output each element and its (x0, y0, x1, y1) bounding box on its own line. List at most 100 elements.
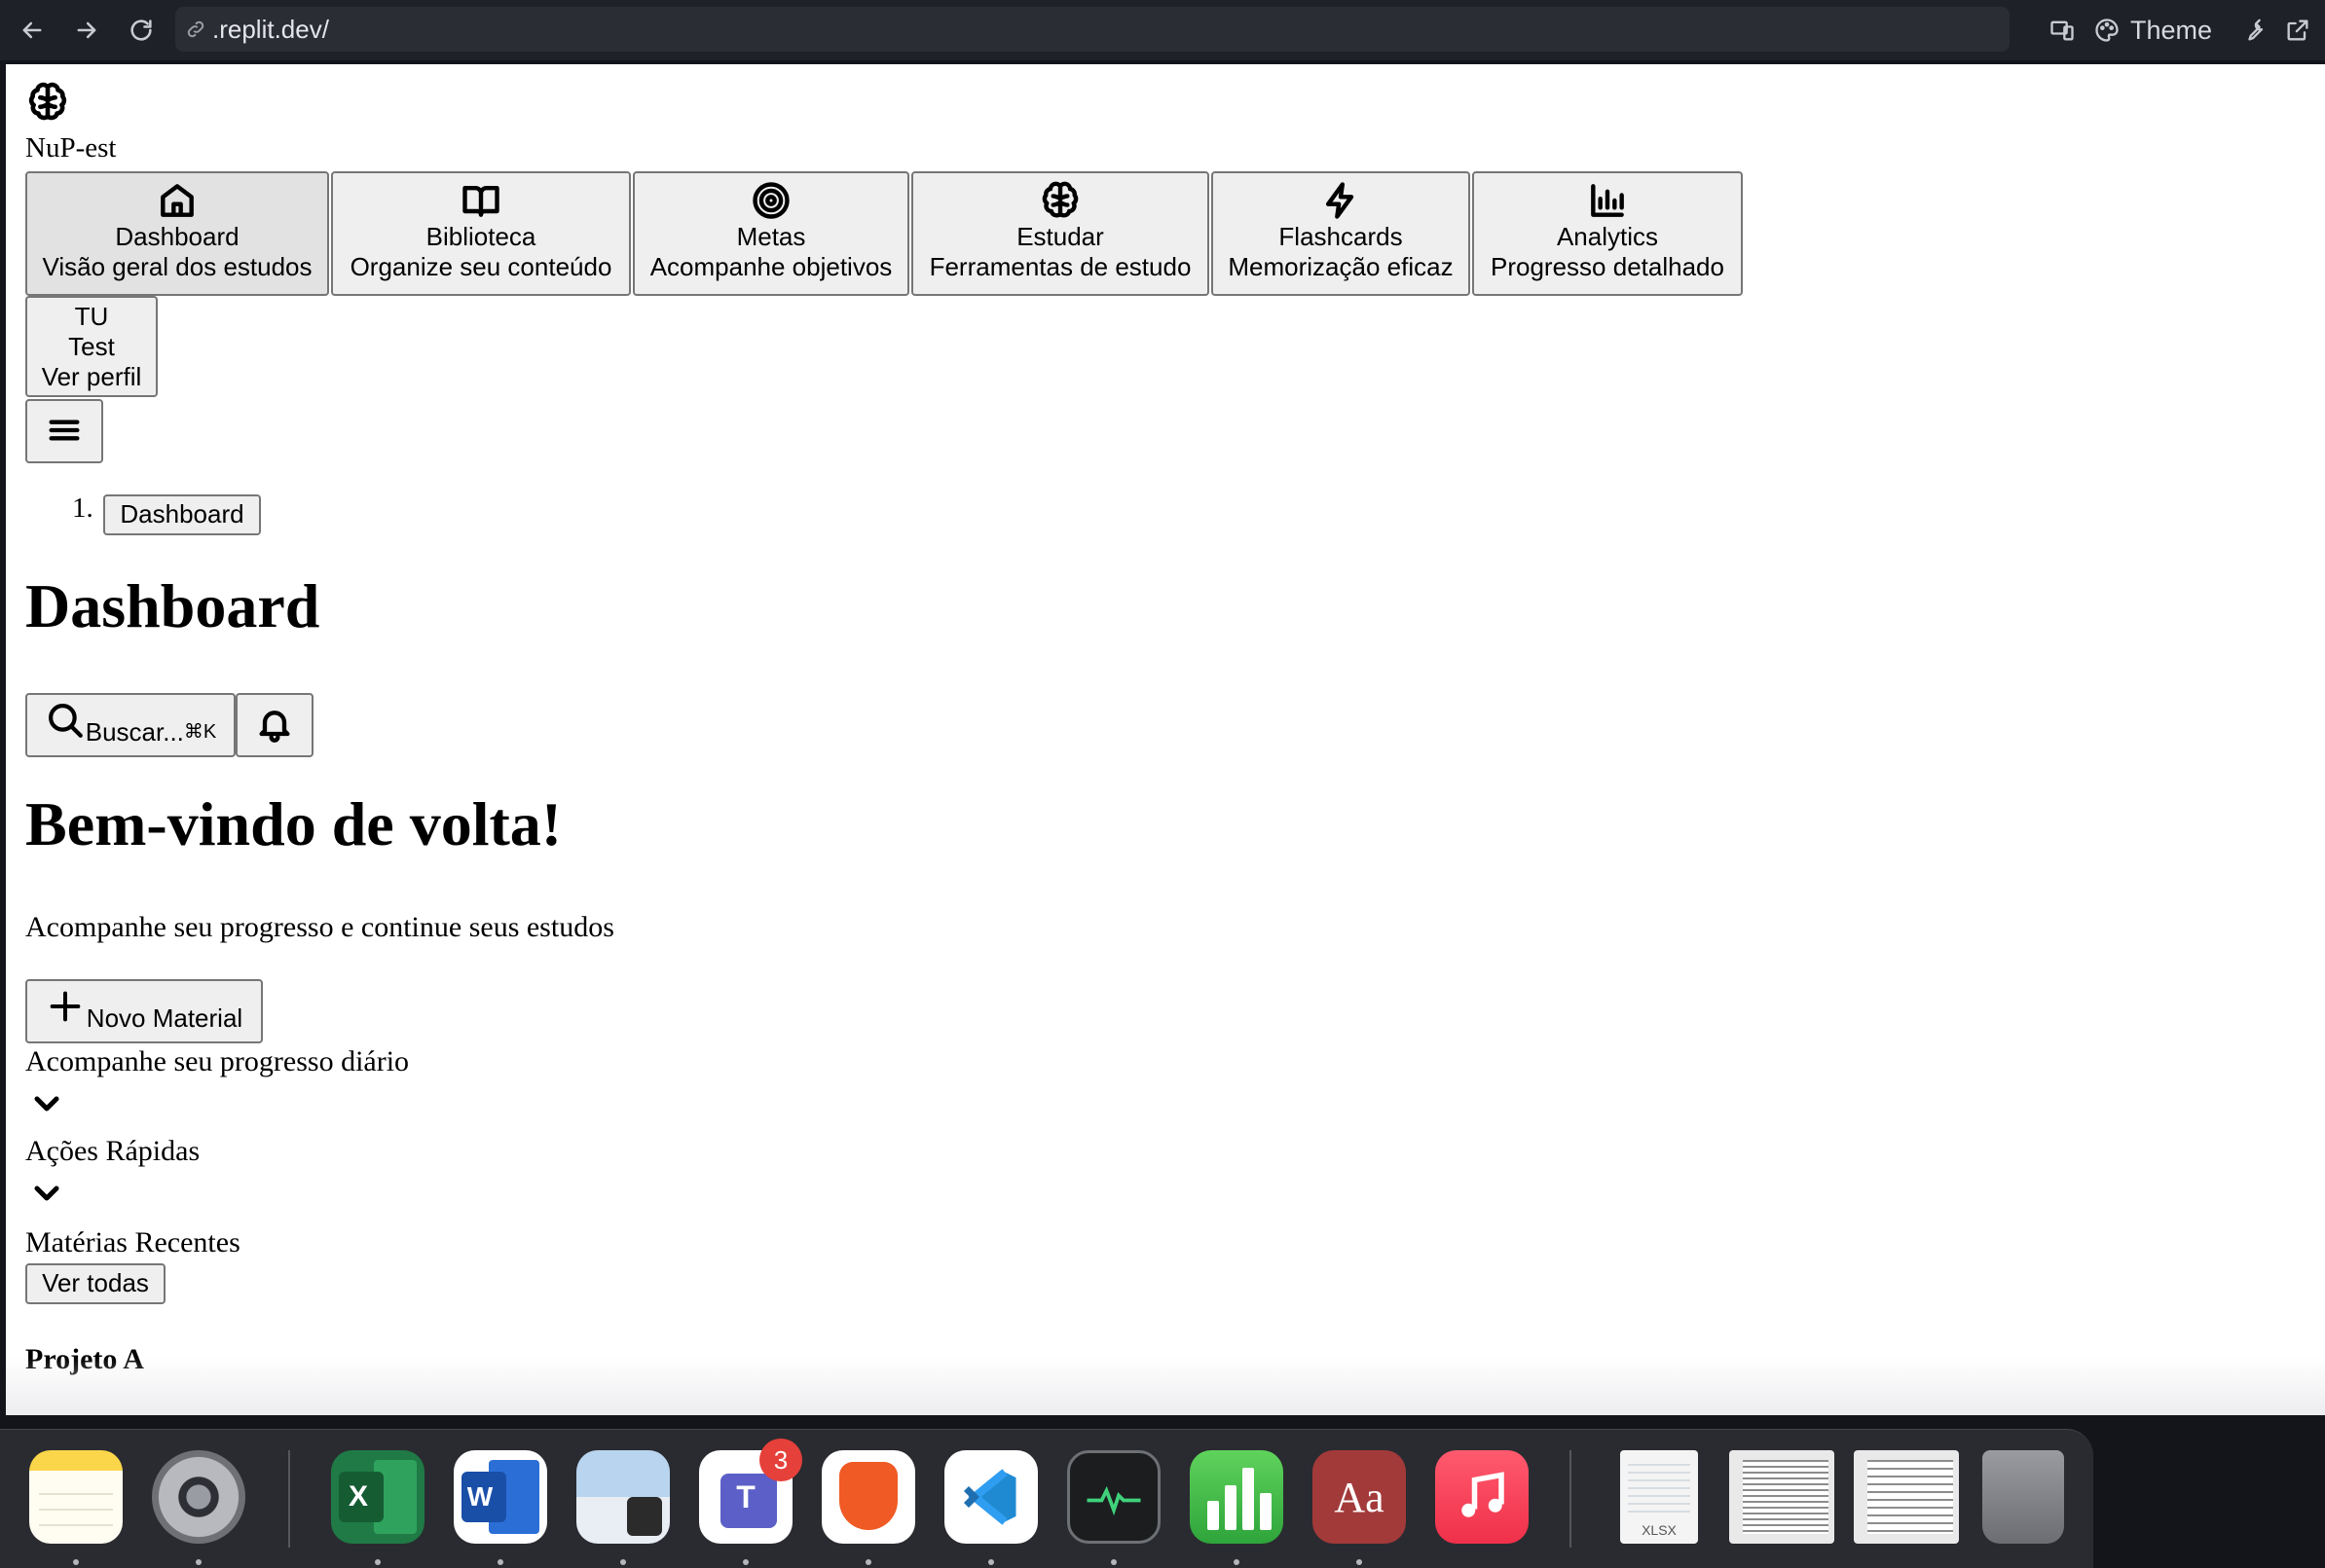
page-title: Dashboard (25, 571, 320, 640)
new-material-label: Novo Material (86, 1003, 243, 1033)
theme-button[interactable]: Theme (2130, 16, 2212, 46)
running-indicator (743, 1559, 749, 1565)
nav-analytics[interactable]: Analytics Progresso detalhado (1472, 171, 1743, 296)
nav-desc: Visão geral dos estudos (42, 252, 313, 281)
nav-dashboard[interactable]: Dashboard Visão geral dos estudos (25, 171, 329, 296)
nav-desc: Ferramentas de estudo (929, 252, 1192, 281)
running-indicator (988, 1559, 994, 1565)
running-indicator (73, 1559, 79, 1565)
xlsx-file-icon[interactable]: XLSX (1620, 1450, 1698, 1544)
palette-icon[interactable] (2093, 17, 2121, 44)
dictionary-glyph: Aa (1334, 1473, 1384, 1521)
chevron-down-icon (34, 1185, 59, 1201)
welcome-heading: Bem-vindo de volta! (25, 789, 563, 858)
home-icon (161, 184, 194, 217)
target-icon (753, 182, 790, 219)
user-name: Test (68, 332, 115, 361)
numbers-icon[interactable] (1190, 1450, 1283, 1544)
music-icon[interactable] (1435, 1450, 1529, 1544)
nav-biblioteca[interactable]: Biblioteca Organize seu conteúdo (331, 171, 631, 296)
nav-desc: Acompanhe objetivos (649, 252, 893, 281)
running-indicator (620, 1559, 626, 1565)
excel-icon[interactable]: X (331, 1450, 424, 1544)
nav-label: Metas (736, 222, 806, 251)
nav-label: Dashboard (115, 222, 240, 251)
wrench-icon[interactable] (2239, 17, 2267, 44)
url-text: .replit.dev/ (212, 14, 329, 44)
word-icon[interactable]: W (454, 1450, 547, 1544)
nav-label: Analytics (1556, 222, 1659, 251)
book-open-icon (462, 185, 499, 217)
system-settings-icon[interactable] (152, 1450, 245, 1544)
back-button[interactable] (10, 8, 55, 53)
nav-metas[interactable]: Metas Acompanhe objetivos (633, 171, 909, 296)
user-profile-button[interactable]: TU Test Ver perfil (25, 296, 158, 397)
view-all-button[interactable]: Ver todas (25, 1263, 166, 1304)
word-glyph: W (466, 1481, 494, 1512)
arrow-right-icon (77, 21, 96, 39)
link-icon (187, 20, 204, 38)
brave-icon[interactable] (822, 1450, 915, 1544)
avatar-initials: TU (74, 302, 109, 331)
browser-toolbar: .replit.dev/ Theme (0, 0, 2325, 60)
pulse-icon (1087, 1485, 1141, 1516)
running-indicator (1111, 1559, 1117, 1565)
quick-actions-label: Ações Rápidas (25, 1135, 201, 1167)
brain-icon (1042, 181, 1079, 218)
hamburger-icon (49, 419, 80, 441)
search-shortcut: ⌘K (183, 720, 217, 743)
nav-label: Flashcards (1278, 222, 1403, 251)
breadcrumb-marker: 1. (72, 492, 93, 524)
running-indicator (866, 1559, 871, 1565)
dictionary-icon[interactable]: Aa (1312, 1450, 1406, 1544)
nav-label: Estudar (1016, 222, 1104, 251)
teams-icon[interactable]: T 3 (699, 1439, 802, 1544)
welcome-subtitle: Acompanhe seu progresso e continue seus … (25, 911, 614, 943)
xlsx-label: XLSX (1642, 1522, 1677, 1538)
reload-button[interactable] (119, 8, 164, 53)
new-material-button[interactable]: Novo Material (25, 979, 263, 1043)
nav-label: Biblioteca (425, 222, 536, 251)
dock-separator (288, 1450, 290, 1548)
trash-icon[interactable] (1982, 1450, 2064, 1544)
notes-app-icon[interactable] (29, 1450, 123, 1544)
minimized-window-1[interactable] (1729, 1450, 1834, 1544)
nav-flashcards[interactable]: Flashcards Memorização eficaz (1211, 171, 1470, 296)
forward-button[interactable] (64, 8, 109, 53)
music-note-icon (1461, 1472, 1504, 1517)
nav-desc: Memorização eficaz (1228, 252, 1454, 281)
chevron-down-icon (34, 1096, 59, 1112)
search-button[interactable]: Buscar... ⌘K (25, 693, 236, 757)
search-icon (48, 704, 83, 738)
running-indicator (375, 1559, 381, 1565)
notification-badge: 3 (759, 1439, 802, 1481)
notifications-button[interactable] (236, 693, 314, 757)
bell-icon (259, 711, 290, 743)
vscode-logo-icon (963, 1469, 1016, 1525)
view-profile-label: Ver perfil (41, 362, 142, 391)
activity-monitor-icon[interactable] (1067, 1450, 1161, 1544)
running-indicator (498, 1559, 503, 1565)
nav-desc: Organize seu conteúdo (350, 252, 612, 281)
running-indicator (196, 1559, 202, 1565)
excel-glyph: X (348, 1480, 368, 1513)
vscode-icon[interactable] (944, 1450, 1038, 1544)
minimized-window-2[interactable] (1854, 1450, 1959, 1544)
nav-estudar[interactable]: Estudar Ferramentas de estudo (911, 171, 1209, 296)
lightning-icon (1325, 182, 1354, 219)
expand-progress-toggle[interactable] (27, 1084, 72, 1129)
reload-icon (130, 19, 152, 41)
arrow-left-icon (22, 21, 42, 39)
breadcrumb-dashboard[interactable]: Dashboard (103, 494, 261, 535)
external-link-icon[interactable] (2284, 17, 2311, 44)
preview-icon[interactable] (576, 1450, 670, 1544)
address-bar[interactable]: .replit.dev/ (175, 7, 2010, 52)
nav-desc: Progresso detalhado (1491, 252, 1724, 281)
devices-icon[interactable] (2048, 17, 2076, 44)
brain-logo-icon (25, 80, 70, 125)
page-viewport: NuP-est Dashboard Visão geral dos estudo… (6, 64, 2325, 1415)
running-indicator (1356, 1559, 1362, 1565)
page-fade (6, 1357, 2325, 1415)
expand-quick-actions-toggle[interactable] (27, 1174, 72, 1219)
menu-toggle-button[interactable] (25, 399, 103, 463)
